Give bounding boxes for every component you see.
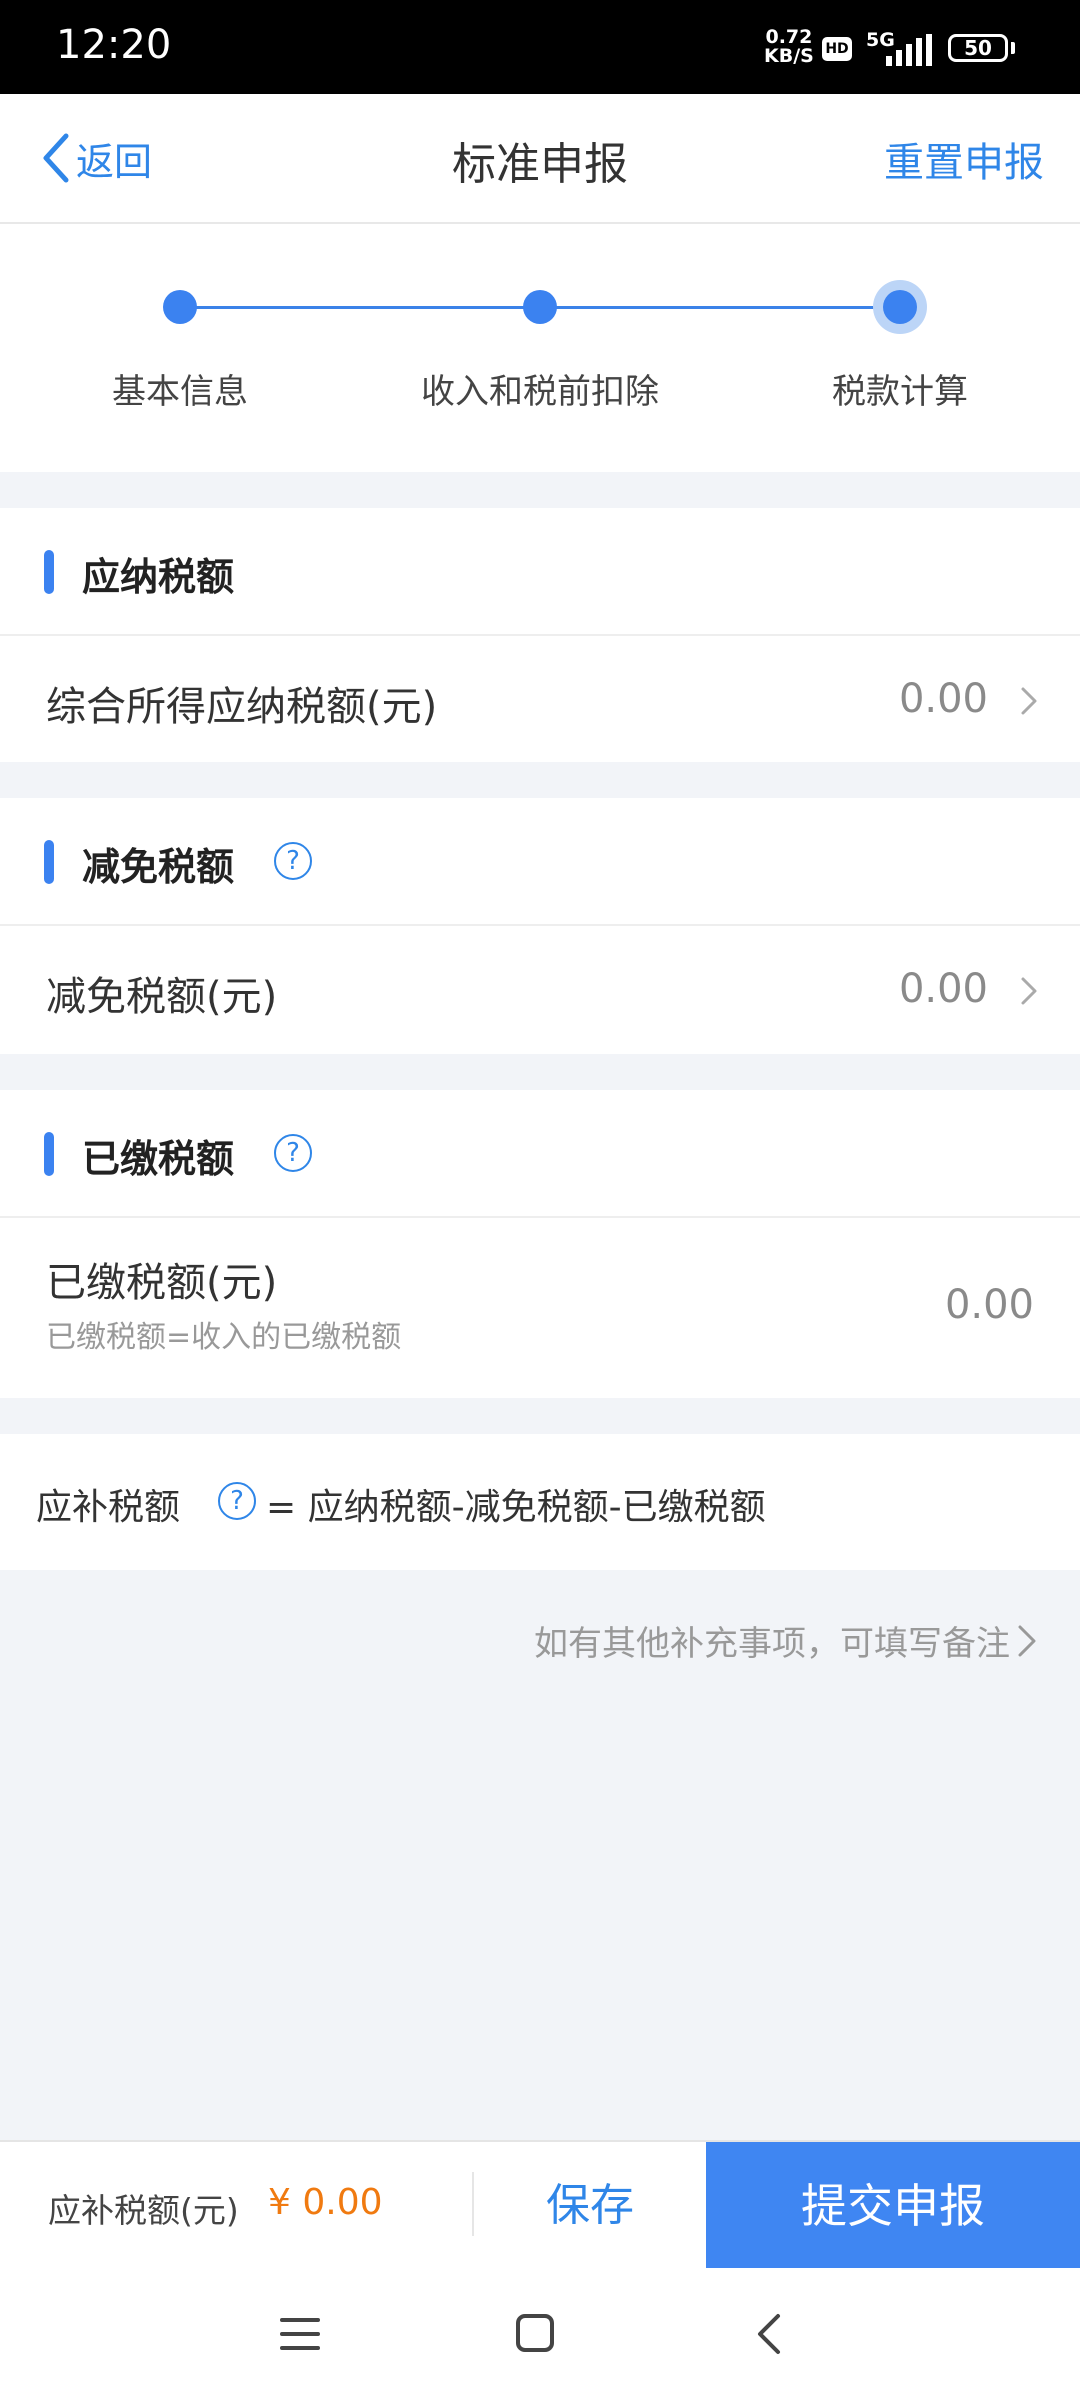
remark-link-label: 如有其他补充事项，可填写备注: [534, 1624, 1010, 1664]
step-dot-tax-calc: [883, 290, 917, 324]
row-value: 0.00: [898, 676, 988, 722]
payable-tax-row[interactable]: 综合所得应纳税额(元) 0.00: [0, 636, 1080, 762]
progress-steps: 基本信息 收入和税前扣除 税款计算: [0, 224, 1080, 472]
step-label-tax-calc: 税款计算: [832, 372, 968, 412]
row-label: 减免税额(元): [46, 974, 278, 1020]
step-dot-basic-info: [163, 290, 197, 324]
paid-tax-row: 已缴税额(元) 已缴税额=收入的已缴税额 0.00: [0, 1218, 1080, 1398]
due-tax-label: 应补税额(元): [48, 2191, 239, 2230]
formula-label: 应补税额: [36, 1487, 181, 1528]
battery-icon: 50: [948, 34, 1008, 62]
home-icon[interactable]: [514, 2312, 556, 2354]
bottom-action-bar: 应补税额(元) ¥ 0.00 保存 提交申报: [0, 2140, 1080, 2270]
section-header: 减免税额 ?: [0, 798, 1080, 926]
step-label-basic-info: 基本信息: [112, 372, 248, 412]
section-reduction-tax: 减免税额 ? 减免税额(元) 0.00: [0, 798, 1080, 1054]
section-title: 已缴税额: [82, 1137, 235, 1181]
nav-bar: 返回 标准申报 重置申报: [0, 94, 1080, 224]
section-accent-bar: [44, 840, 54, 884]
step-connector: [540, 306, 900, 309]
row-label: 综合所得应纳税额(元): [46, 684, 438, 730]
formula-row: 应补税额 ? = 应纳税额-减免税额-已缴税额: [0, 1434, 1080, 1570]
step-dot-income: [523, 290, 557, 324]
hd-badge: HD: [822, 37, 852, 61]
back-nav-icon[interactable]: [754, 2312, 784, 2356]
section-header: 已缴税额 ?: [0, 1090, 1080, 1218]
section-title: 减免税额: [82, 845, 235, 889]
row-label: 已缴税额(元): [46, 1260, 278, 1306]
step-label-income: 收入和税前扣除: [421, 372, 659, 412]
save-button[interactable]: 保存: [474, 2142, 706, 2270]
remark-link[interactable]: 如有其他补充事项，可填写备注: [534, 1616, 1038, 1665]
due-tax-value: ¥ 0.00: [268, 2182, 383, 2223]
section-accent-bar: [44, 550, 54, 594]
help-icon[interactable]: ?: [218, 1482, 256, 1520]
menu-icon[interactable]: [278, 2314, 322, 2354]
status-bar: 12:20 0.72 KB/S HD 5G 50: [0, 0, 1080, 94]
row-value: 0.00: [944, 1282, 1034, 1328]
reset-declaration-button[interactable]: 重置申报: [884, 130, 1044, 188]
battery-tip: [1011, 42, 1015, 54]
status-time: 12:20: [56, 22, 172, 68]
section-title: 应纳税额: [82, 555, 235, 599]
help-icon[interactable]: ?: [274, 1134, 312, 1172]
network-speed: 0.72 KB/S: [764, 28, 814, 66]
chevron-right-icon: [1018, 1625, 1036, 1656]
network-speed-unit: KB/S: [764, 45, 814, 67]
section-payable-tax: 应纳税额 综合所得应纳税额(元) 0.00: [0, 508, 1080, 762]
step-connector: [180, 306, 540, 309]
chevron-right-icon: [1021, 977, 1037, 1005]
system-nav-bar: [0, 2268, 1080, 2400]
signal-icon: [886, 34, 932, 66]
section-accent-bar: [44, 1132, 54, 1176]
row-sublabel: 已缴税额=收入的已缴税额: [46, 1320, 402, 1355]
formula-text: = 应纳税额-减免税额-已缴税额: [266, 1487, 766, 1528]
reduction-tax-row[interactable]: 减免税额(元) 0.00: [0, 926, 1080, 1052]
row-value: 0.00: [898, 966, 988, 1012]
section-paid-tax: 已缴税额 ? 已缴税额(元) 已缴税额=收入的已缴税额 0.00: [0, 1090, 1080, 1398]
help-icon[interactable]: ?: [274, 842, 312, 880]
section-header: 应纳税额: [0, 508, 1080, 636]
chevron-right-icon: [1021, 687, 1037, 715]
submit-declaration-button[interactable]: 提交申报: [706, 2142, 1080, 2270]
